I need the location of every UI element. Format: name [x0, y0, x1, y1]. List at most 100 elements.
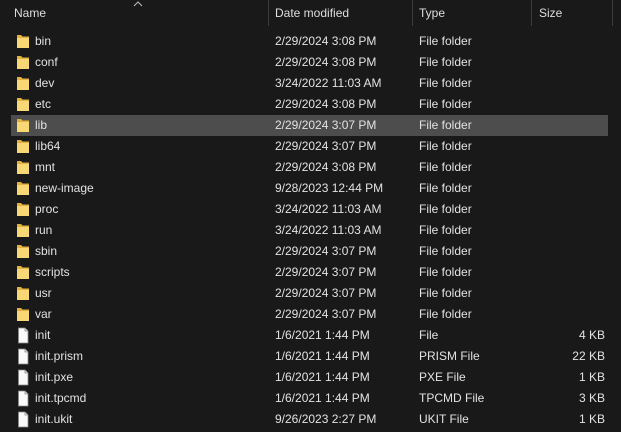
- file-row[interactable]: dev 3/24/2022 11:03 AM File folder: [0, 73, 621, 94]
- file-type: UKIT File: [419, 412, 469, 426]
- folder-icon: [17, 119, 29, 132]
- folder-icon: [17, 98, 29, 111]
- file-row[interactable]: mnt 2/29/2024 3:08 PM File folder: [0, 157, 621, 178]
- column-divider-size[interactable]: [612, 0, 613, 26]
- file-size: [539, 94, 605, 115]
- file-name: var: [35, 307, 52, 321]
- date-modified: 1/6/2021 1:44 PM: [275, 370, 370, 384]
- folder-icon: [17, 308, 29, 321]
- date-modified: 2/29/2024 3:08 PM: [275, 34, 377, 48]
- file-name: usr: [35, 286, 52, 300]
- date-modified: 3/24/2022 11:03 AM: [275, 76, 382, 90]
- date-modified: 1/6/2021 1:44 PM: [275, 328, 370, 342]
- file-size: [539, 52, 605, 73]
- file-row[interactable]: run 3/24/2022 11:03 AM File folder: [0, 220, 621, 241]
- file-row[interactable]: bin 2/29/2024 3:08 PM File folder: [0, 31, 621, 52]
- file-row[interactable]: lib 2/29/2024 3:07 PM File folder: [0, 115, 621, 136]
- column-divider-name[interactable]: [268, 0, 269, 26]
- column-header-name[interactable]: Name: [14, 0, 46, 26]
- file-size: 1 KB: [578, 370, 605, 384]
- column-header-size[interactable]: Size: [539, 0, 562, 26]
- file-name: bin: [35, 34, 52, 48]
- file-name: lib64: [35, 139, 61, 153]
- file-type: File folder: [419, 118, 472, 132]
- file-row[interactable]: new-image 9/28/2023 12:44 PM File folder: [0, 178, 621, 199]
- file-type: File folder: [419, 244, 472, 258]
- file-size: [539, 199, 605, 220]
- folder-icon: [17, 266, 29, 279]
- file-type: File: [419, 328, 439, 342]
- folder-icon: [17, 224, 29, 237]
- column-header-date-modified[interactable]: Date modified: [275, 0, 349, 26]
- file-size: [539, 136, 605, 157]
- date-modified: 2/29/2024 3:07 PM: [275, 265, 377, 279]
- file-icon: [18, 390, 29, 407]
- folder-icon: [17, 203, 29, 216]
- file-size: [539, 304, 605, 325]
- file-name: init: [35, 328, 51, 342]
- file-type: File folder: [419, 55, 472, 69]
- file-size: [539, 73, 605, 94]
- date-modified: 2/29/2024 3:07 PM: [275, 139, 377, 153]
- folder-icon: [17, 77, 29, 90]
- file-icon: [18, 411, 29, 428]
- date-modified: 3/24/2022 11:03 AM: [275, 202, 382, 216]
- file-size: [539, 178, 605, 199]
- file-row[interactable]: scripts 2/29/2024 3:07 PM File folder: [0, 262, 621, 283]
- file-row[interactable]: usr 2/29/2024 3:07 PM File folder: [0, 283, 621, 304]
- date-modified: 2/29/2024 3:08 PM: [275, 160, 377, 174]
- file-icon: [18, 348, 29, 365]
- file-type: File folder: [419, 34, 472, 48]
- file-size: [539, 241, 605, 262]
- file-row[interactable]: conf 2/29/2024 3:08 PM File folder: [0, 52, 621, 73]
- date-modified: 9/28/2023 12:44 PM: [275, 181, 384, 195]
- file-name: scripts: [35, 265, 70, 279]
- date-modified: 2/29/2024 3:07 PM: [275, 118, 377, 132]
- file-name: proc: [35, 202, 59, 216]
- file-name: run: [35, 223, 53, 237]
- date-modified: 3/24/2022 11:03 AM: [275, 223, 382, 237]
- date-modified: 2/29/2024 3:07 PM: [275, 286, 377, 300]
- file-row[interactable]: init.ukit 9/26/2023 2:27 PM UKIT File 1 KB: [0, 409, 621, 430]
- file-size: [539, 220, 605, 241]
- file-type: File folder: [419, 307, 472, 321]
- file-type: File folder: [419, 265, 472, 279]
- date-modified: 9/26/2023 2:27 PM: [275, 412, 377, 426]
- file-row[interactable]: init.tpcmd 1/6/2021 1:44 PM TPCMD File 3 KB: [0, 388, 621, 409]
- file-type: File folder: [419, 76, 472, 90]
- file-name: new-image: [35, 181, 94, 195]
- date-modified: 2/29/2024 3:08 PM: [275, 55, 377, 69]
- file-row[interactable]: init.prism 1/6/2021 1:44 PM PRISM File 22 K…: [0, 346, 621, 367]
- column-header-type[interactable]: Type: [419, 0, 445, 26]
- file-type: PRISM File: [419, 349, 480, 363]
- column-divider-type[interactable]: [531, 0, 532, 26]
- file-size: [539, 31, 605, 52]
- file-row[interactable]: var 2/29/2024 3:07 PM File folder: [0, 304, 621, 325]
- folder-icon: [17, 245, 29, 258]
- file-type: File folder: [419, 97, 472, 111]
- date-modified: 2/29/2024 3:08 PM: [275, 97, 377, 111]
- file-size: 1 KB: [578, 412, 605, 426]
- folder-icon: [17, 140, 29, 153]
- sort-ascending-caret-icon: [133, 1, 143, 7]
- column-header-bar: Name Date modified Type Size: [0, 0, 621, 26]
- file-type: File folder: [419, 286, 472, 300]
- file-size: [539, 262, 605, 283]
- file-row[interactable]: etc 2/29/2024 3:08 PM File folder: [0, 94, 621, 115]
- file-size: 4 KB: [578, 328, 605, 342]
- file-row[interactable]: init.pxe 1/6/2021 1:44 PM PXE File 1 KB: [0, 367, 621, 388]
- file-name: etc: [35, 97, 52, 111]
- file-name: conf: [35, 55, 58, 69]
- file-size: [539, 283, 605, 304]
- file-type: File folder: [419, 223, 472, 237]
- file-row[interactable]: lib64 2/29/2024 3:07 PM File folder: [0, 136, 621, 157]
- file-name: sbin: [35, 244, 58, 258]
- file-row[interactable]: init 1/6/2021 1:44 PM File 4 KB: [0, 325, 621, 346]
- file-name: init.prism: [35, 349, 84, 363]
- file-size: [539, 115, 605, 136]
- folder-icon: [17, 287, 29, 300]
- file-row[interactable]: sbin 2/29/2024 3:07 PM File folder: [0, 241, 621, 262]
- file-row[interactable]: proc 3/24/2022 11:03 AM File folder: [0, 199, 621, 220]
- file-name: mnt: [35, 160, 56, 174]
- column-divider-date[interactable]: [412, 0, 413, 26]
